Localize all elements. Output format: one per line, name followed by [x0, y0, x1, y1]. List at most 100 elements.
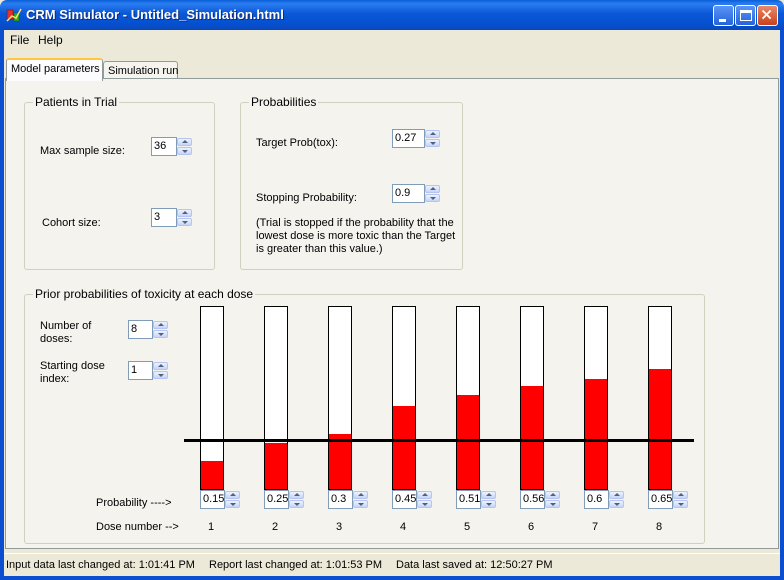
dose-probability-input[interactable]: 0.65 [648, 490, 673, 509]
title-bar[interactable]: CRM Simulator - Untitled_Simulation.html [0, 0, 784, 30]
last-saved-status: Data last saved at: 12:50:27 PM [396, 559, 553, 571]
group-title: Probabilities [249, 95, 319, 109]
menu-help[interactable]: Help [38, 33, 63, 47]
tab-label: Simulation run [108, 65, 179, 77]
dose-bar [456, 306, 480, 490]
dose-probability-spinner[interactable]: 0.45 [392, 490, 433, 509]
window-frame-left [0, 30, 4, 580]
dose-bar-fill [649, 369, 671, 489]
dose-bar [584, 306, 608, 490]
spin-down-button[interactable] [289, 500, 304, 508]
spin-up-button[interactable] [417, 491, 432, 499]
spin-up-button[interactable] [545, 491, 560, 499]
dose-bar-fill [521, 385, 543, 489]
spin-up-button[interactable] [425, 185, 440, 193]
dose-number: 4 [399, 521, 407, 533]
dose-probability-spinner[interactable]: 0.15 [200, 490, 241, 509]
target-prob-input[interactable]: 0.27 [392, 129, 425, 148]
spin-up-button[interactable] [673, 491, 688, 499]
dose-bar [264, 306, 288, 490]
dose-number-row-label: Dose number --> [96, 521, 179, 533]
dose-probability-input[interactable]: 0.56 [520, 490, 545, 509]
spin-up-button[interactable] [153, 362, 168, 370]
max-sample-size-spinner[interactable]: 36 [151, 137, 193, 156]
dose-number: 6 [527, 521, 535, 533]
status-bar: Input data last changed at: 1:01:41 PM R… [4, 553, 780, 576]
maximize-button[interactable] [735, 5, 756, 26]
spin-down-button[interactable] [225, 500, 240, 508]
spin-down-button[interactable] [177, 147, 192, 155]
group-title: Prior probabilities of toxicity at each … [33, 287, 256, 301]
probability-row-label: Probability ----> [96, 497, 172, 509]
group-title: Patients in Trial [33, 95, 120, 109]
spin-up-button[interactable] [177, 138, 192, 146]
dose-probability-spinner[interactable]: 0.6 [584, 490, 625, 509]
max-sample-size-input[interactable]: 36 [151, 137, 177, 156]
dose-bar-fill [585, 378, 607, 489]
spin-down-button[interactable] [425, 194, 440, 202]
dose-probability-input[interactable]: 0.51 [456, 490, 481, 509]
stopping-prob-input[interactable]: 0.9 [392, 184, 425, 203]
dose-number: 5 [463, 521, 471, 533]
dose-probability-spinner[interactable]: 0.56 [520, 490, 561, 509]
cohort-size-spinner[interactable]: 3 [151, 208, 193, 227]
max-sample-size-label: Max sample size: [40, 145, 125, 157]
stopping-note: (Trial is stopped if the probability tha… [256, 217, 456, 255]
dose-probability-spinner[interactable]: 0.3 [328, 490, 369, 509]
number-of-doses-label: Number of doses: [40, 320, 92, 345]
stopping-prob-spinner[interactable]: 0.9 [392, 184, 441, 203]
dose-probability-input[interactable]: 0.25 [264, 490, 289, 509]
window-frame-right [780, 30, 784, 580]
dose-probability-spinner[interactable]: 0.25 [264, 490, 305, 509]
spin-up-button[interactable] [289, 491, 304, 499]
spin-down-button[interactable] [545, 500, 560, 508]
target-prob-label: Target Prob(tox): [256, 137, 338, 149]
spin-up-button[interactable] [225, 491, 240, 499]
patients-in-trial-group: Patients in Trial [24, 95, 215, 270]
dose-probability-input[interactable]: 0.45 [392, 490, 417, 509]
spin-up-button[interactable] [153, 321, 168, 329]
minimize-icon [719, 19, 726, 22]
spin-up-button[interactable] [425, 130, 440, 138]
dose-number: 3 [335, 521, 343, 533]
dose-probability-input[interactable]: 0.15 [200, 490, 225, 509]
dose-bar-fill [265, 443, 287, 489]
dose-probability-spinner[interactable]: 0.51 [456, 490, 497, 509]
spin-up-button[interactable] [481, 491, 496, 499]
spin-down-button[interactable] [481, 500, 496, 508]
minimize-button[interactable] [713, 5, 734, 26]
dose-bar [200, 306, 224, 490]
spin-up-button[interactable] [177, 209, 192, 217]
spin-up-button[interactable] [353, 491, 368, 499]
maximize-icon [740, 10, 752, 21]
dose-probability-input[interactable]: 0.6 [584, 490, 609, 509]
tab-model-parameters[interactable]: Model parameters [6, 58, 103, 81]
dose-bar-fill [201, 461, 223, 489]
starting-dose-index-label: Starting dose index: [40, 360, 105, 385]
starting-dose-index-input[interactable]: 1 [128, 361, 153, 380]
number-of-doses-input[interactable]: 8 [128, 320, 153, 339]
spin-up-button[interactable] [609, 491, 624, 499]
number-of-doses-spinner[interactable]: 8 [128, 320, 169, 339]
spin-down-button[interactable] [353, 500, 368, 508]
target-prob-line [184, 439, 694, 443]
input-changed-status: Input data last changed at: 1:01:41 PM [6, 559, 195, 571]
stopping-prob-label: Stopping Probability: [256, 192, 357, 204]
dose-probability-spinner[interactable]: 0.65 [648, 490, 689, 509]
spin-down-button[interactable] [425, 139, 440, 147]
spin-down-button[interactable] [177, 218, 192, 226]
starting-dose-index-spinner[interactable]: 1 [128, 361, 169, 380]
spin-down-button[interactable] [153, 371, 168, 379]
spin-down-button[interactable] [673, 500, 688, 508]
spin-down-button[interactable] [609, 500, 624, 508]
spin-down-button[interactable] [153, 330, 168, 338]
target-prob-spinner[interactable]: 0.27 [392, 129, 441, 148]
dose-number: 1 [207, 521, 215, 533]
spin-down-button[interactable] [417, 500, 432, 508]
close-button[interactable] [757, 5, 778, 26]
cohort-size-input[interactable]: 3 [151, 208, 177, 227]
dose-bar [520, 306, 544, 490]
dose-probability-input[interactable]: 0.3 [328, 490, 353, 509]
dose-number: 2 [271, 521, 279, 533]
menu-file[interactable]: File [10, 33, 29, 47]
